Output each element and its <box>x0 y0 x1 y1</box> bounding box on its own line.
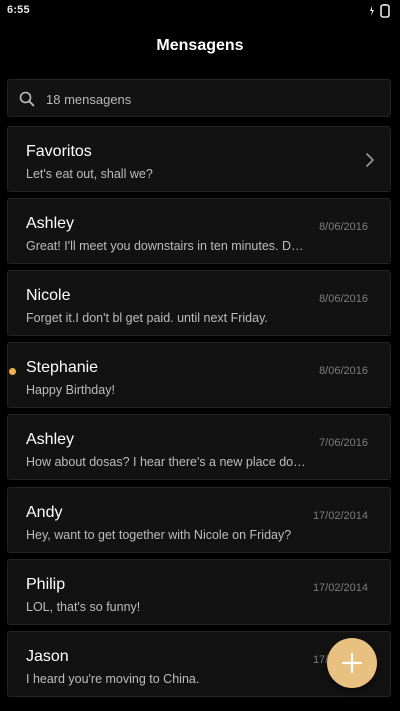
message-item[interactable]: Ashley 8/06/2016 Great! I'll meet you do… <box>7 198 391 264</box>
message-item[interactable]: Nicole 8/06/2016 Forget it.I don't bl ge… <box>7 270 391 336</box>
message-preview: How about dosas? I hear there's a new pl… <box>26 455 306 469</box>
search-text: 18 mensagens <box>46 92 132 107</box>
search-icon <box>19 91 35 107</box>
new-message-button[interactable] <box>327 638 377 688</box>
message-date: 7/06/2016 <box>319 437 368 449</box>
message-preview: Great! I'll meet you downstairs in ten m… <box>26 239 304 253</box>
page-title: Mensagens <box>156 37 244 54</box>
contact-name: Andy <box>26 504 63 521</box>
favorites-item[interactable]: Favoritos Let's eat out, shall we? <box>7 126 391 192</box>
message-preview: I heard you're moving to China. <box>26 672 200 686</box>
unread-indicator <box>9 368 16 375</box>
message-date: 17/02/2014 <box>312 582 368 594</box>
favorites-title: Favoritos <box>26 143 92 160</box>
message-item[interactable]: Philip 17/02/2014 LOL, that's so funny! <box>7 559 391 625</box>
message-date: 17/02/2014 <box>312 510 368 522</box>
contact-name: Nicole <box>26 287 71 304</box>
contact-name: Stephanie <box>26 359 99 376</box>
plus-icon <box>341 652 363 674</box>
message-date: 8/06/2016 <box>319 221 368 233</box>
chevron-right-icon <box>366 153 374 167</box>
contact-name: Philip <box>26 576 66 593</box>
search-bar[interactable]: 18 mensagens <box>7 79 391 117</box>
message-item[interactable]: Andy 17/02/2014 Hey, want to get togethe… <box>7 487 391 553</box>
message-preview: Happy Birthday! <box>26 383 115 397</box>
favorites-preview: Let's eat out, shall we? <box>26 167 153 181</box>
message-preview: LOL, that's so funny! <box>26 600 141 614</box>
message-date: 8/06/2016 <box>319 365 368 377</box>
status-bar: 6:55 <box>0 0 400 24</box>
message-preview: Hey, want to get together with Nicole on… <box>26 528 292 542</box>
contact-name: Jason <box>26 648 69 665</box>
contact-name: Ashley <box>26 431 75 448</box>
messages-screen: 6:55 Mensagens 18 mensagens Favoritos Le… <box>0 0 400 711</box>
battery-icon <box>370 4 390 18</box>
message-item[interactable]: Ashley 7/06/2016 How about dosas? I hear… <box>7 414 391 480</box>
message-preview: Forget it.I don't bl get paid. until nex… <box>26 311 268 325</box>
status-time: 6:55 <box>7 4 30 16</box>
status-icons <box>367 4 393 18</box>
contact-name: Ashley <box>26 215 75 232</box>
message-item[interactable]: Stephanie 8/06/2016 Happy Birthday! <box>7 342 391 408</box>
message-date: 8/06/2016 <box>319 293 368 305</box>
